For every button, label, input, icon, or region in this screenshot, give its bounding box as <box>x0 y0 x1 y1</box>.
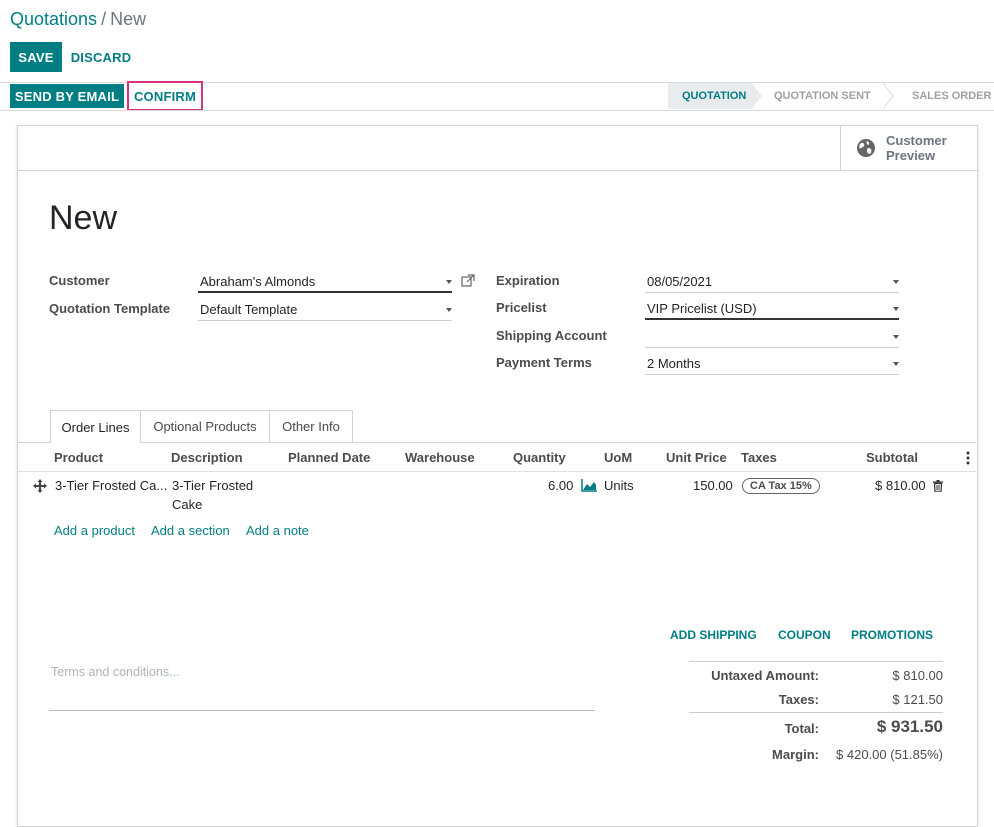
row-quantity[interactable]: 6.00 <box>548 478 573 493</box>
untaxed-amount-value: $ 810.00 <box>892 668 943 683</box>
column-planned-date[interactable]: Planned Date <box>288 450 370 465</box>
tabs-baseline <box>18 442 976 443</box>
customer-field[interactable]: Abraham's Almonds <box>198 271 452 293</box>
confirm-button[interactable]: CONFIRM <box>127 81 203 111</box>
quotation-template-value: Default Template <box>200 302 298 317</box>
forecast-chart-icon[interactable] <box>581 479 597 492</box>
terms-placeholder[interactable]: Terms and conditions... <box>51 665 180 679</box>
column-product[interactable]: Product <box>54 450 103 465</box>
tab-other-info[interactable]: Other Info <box>269 410 353 442</box>
status-bar: QUOTATION QUOTATION SENT SALES ORDER <box>668 83 994 109</box>
column-unit-price[interactable]: Unit Price <box>666 450 727 465</box>
breadcrumb-separator: / <box>101 9 107 29</box>
tab-order-lines[interactable]: Order Lines <box>50 410 141 443</box>
totals-divider <box>689 712 943 713</box>
globe-icon <box>857 139 875 157</box>
column-subtotal[interactable]: Subtotal <box>866 450 918 465</box>
quotation-template-field[interactable]: Default Template <box>198 299 452 321</box>
stage-arrow <box>883 83 894 109</box>
row-product[interactable]: 3-Tier Frosted Ca... <box>55 478 167 493</box>
customer-preview-button[interactable]: Customer Preview <box>840 126 977 170</box>
trash-icon[interactable] <box>933 480 943 492</box>
stage-sales-order[interactable]: SALES ORDER <box>884 83 994 109</box>
column-uom[interactable]: UoM <box>604 450 632 465</box>
expiration-value: 08/05/2021 <box>647 274 713 289</box>
column-description[interactable]: Description <box>171 450 243 465</box>
column-options-icon[interactable] <box>965 451 971 465</box>
customer-value: Abraham's Almonds <box>200 274 316 289</box>
button-box: Customer Preview <box>18 126 977 171</box>
promotions-button[interactable]: PROMOTIONS <box>851 628 933 642</box>
shipping-account-field[interactable] <box>645 326 899 348</box>
quotation-template-dropdown-icon[interactable] <box>446 308 452 312</box>
pricelist-dropdown-icon[interactable] <box>893 307 899 311</box>
column-taxes[interactable]: Taxes <box>741 450 777 465</box>
customer-preview-line2: Preview <box>886 148 936 163</box>
drag-handle-icon[interactable] <box>33 479 47 493</box>
column-quantity[interactable]: Quantity <box>513 450 566 465</box>
column-warehouse[interactable]: Warehouse <box>405 450 475 465</box>
customer-preview-label: Customer Preview <box>886 133 947 163</box>
breadcrumb: Quotations / New <box>10 9 146 30</box>
breadcrumb-current: New <box>110 9 147 29</box>
row-subtotal: $ 810.00 <box>875 478 926 493</box>
taxes-label: Taxes: <box>778 692 819 707</box>
margin-value: $ 420.00 (51.85%) <box>836 747 943 762</box>
row-uom[interactable]: Units <box>604 478 634 493</box>
taxes-value: $ 121.50 <box>892 692 943 707</box>
external-link-icon[interactable] <box>461 274 475 288</box>
pricelist-field[interactable]: VIP Pricelist (USD) <box>645 298 899 320</box>
terms-underline <box>49 710 595 711</box>
discard-button[interactable]: DISCARD <box>68 42 134 72</box>
save-button[interactable]: SAVE <box>10 42 62 72</box>
shipping-account-label: Shipping Account <box>496 328 607 343</box>
customer-preview-line1: Customer <box>886 133 947 148</box>
row-description-line2[interactable]: Cake <box>172 497 202 512</box>
stage-arrow <box>752 83 762 109</box>
breadcrumb-quotations-link[interactable]: Quotations <box>10 9 97 29</box>
row-tax-badge[interactable]: CA Tax 15% <box>742 478 820 494</box>
pricelist-label: Pricelist <box>496 300 547 315</box>
stage-quotation-label: QUOTATION <box>682 90 747 102</box>
margin-label: Margin: <box>772 747 819 762</box>
add-note-link[interactable]: Add a note <box>246 523 309 538</box>
statusbar-divider <box>0 110 994 111</box>
add-product-link[interactable]: Add a product <box>54 523 135 538</box>
total-value: $ 931.50 <box>876 717 943 736</box>
stage-sales-order-label: SALES ORDER <box>912 90 992 102</box>
total-label: Total: <box>784 721 819 736</box>
form-sheet: Customer Preview <box>17 125 978 827</box>
expiration-label: Expiration <box>496 273 560 288</box>
expiration-field[interactable]: 08/05/2021 <box>645 271 899 293</box>
payment-terms-field[interactable]: 2 Months <box>645 353 899 375</box>
coupon-button[interactable]: COUPON <box>778 628 831 642</box>
table-header-border <box>18 471 976 472</box>
row-description-line1[interactable]: 3-Tier Frosted <box>172 478 253 493</box>
row-unit-price[interactable]: 150.00 <box>693 478 733 493</box>
payment-terms-label: Payment Terms <box>496 355 592 370</box>
add-shipping-button[interactable]: ADD SHIPPING <box>670 628 757 642</box>
quotation-template-label: Quotation Template <box>49 301 171 316</box>
untaxed-amount-label: Untaxed Amount: <box>711 668 819 683</box>
shipping-account-dropdown-icon[interactable] <box>893 335 899 339</box>
stage-quotation-sent-label: QUOTATION SENT <box>774 90 871 102</box>
pricelist-value: VIP Pricelist (USD) <box>647 301 757 316</box>
record-title: New <box>49 199 118 237</box>
customer-dropdown-icon[interactable] <box>446 280 452 284</box>
expiration-dropdown-icon[interactable] <box>893 280 899 284</box>
add-section-link[interactable]: Add a section <box>151 523 230 538</box>
customer-label: Customer <box>49 273 110 288</box>
payment-terms-dropdown-icon[interactable] <box>893 362 899 366</box>
send-by-email-button[interactable]: SEND BY EMAIL <box>10 84 124 108</box>
tab-optional-products[interactable]: Optional Products <box>140 410 270 442</box>
stage-quotation-sent[interactable]: QUOTATION SENT <box>752 83 894 109</box>
totals-top-border <box>689 661 943 662</box>
stage-quotation[interactable]: QUOTATION <box>668 83 762 109</box>
payment-terms-value: 2 Months <box>647 356 701 371</box>
